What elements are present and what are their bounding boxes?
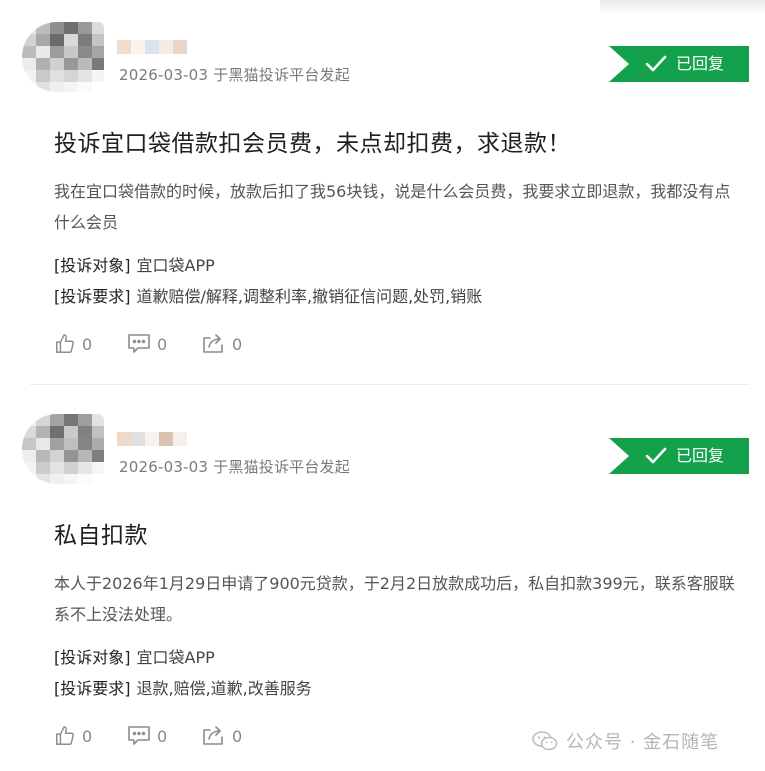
- complaint-target: [投诉对象] 宜口袋APP: [54, 644, 215, 668]
- comment-count: 0: [157, 726, 168, 746]
- complaint-body: 本人于2026年1月29日申请了900元贷款，于2月2日放款成功后，私自扣款39…: [54, 574, 735, 624]
- share-button[interactable]: 0: [202, 332, 242, 356]
- like-count: 0: [82, 726, 93, 746]
- target-value[interactable]: 宜口袋APP: [137, 256, 215, 275]
- thumbs-up-icon: [56, 726, 74, 745]
- demand-label: [投诉要求]: [54, 679, 131, 698]
- complaint-body: 我在宜口袋借款的时候，放款后扣了我56块钱，说是什么会员费，我要求立即退款，我都…: [54, 182, 731, 232]
- status-badge: 已回复: [609, 438, 749, 474]
- comment-count: 0: [157, 334, 168, 354]
- comment-button[interactable]: 0: [127, 724, 167, 748]
- username-blurred: [117, 40, 189, 54]
- check-icon: [645, 55, 667, 72]
- share-icon: [203, 726, 223, 745]
- status-label: 已回复: [676, 54, 725, 73]
- post-source: 于黑猫投诉平台发起: [213, 458, 350, 476]
- share-icon: [203, 334, 223, 353]
- like-button[interactable]: 0: [54, 724, 92, 748]
- status-label: 已回复: [676, 446, 725, 465]
- avatar[interactable]: [22, 414, 104, 484]
- post-date: 2026-03-03: [119, 66, 209, 84]
- complaint-target: [投诉对象] 宜口袋APP: [54, 252, 215, 276]
- post-date: 2026-03-03: [119, 458, 209, 476]
- demand-label: [投诉要求]: [54, 287, 131, 306]
- complaint-card[interactable]: 2026-03-03 于黑猫投诉平台发起 已回复 投诉宜口袋借款扣会员费，未点却…: [0, 0, 765, 390]
- share-count: 0: [232, 334, 243, 354]
- watermark-text: 公众号 · 金石随笔: [566, 732, 720, 753]
- target-label: [投诉对象]: [54, 648, 131, 667]
- status-badge: 已回复: [609, 46, 749, 82]
- complaint-title[interactable]: 投诉宜口袋借款扣会员费，未点却扣费，求退款！: [54, 124, 571, 158]
- share-count: 0: [232, 726, 243, 746]
- comment-icon: [128, 334, 150, 353]
- watermark: 公众号 · 金石随笔: [532, 728, 719, 754]
- wechat-icon: [532, 731, 558, 751]
- post-source: 于黑猫投诉平台发起: [213, 66, 350, 84]
- demand-value: 道歉赔偿/解释,调整利率,撤销征信问题,处罚,销账: [136, 287, 483, 306]
- complaint-demand: [投诉要求] 道歉赔偿/解释,调整利率,撤销征信问题,处罚,销账: [54, 283, 482, 307]
- like-count: 0: [82, 334, 93, 354]
- post-meta: 2026-03-03 于黑猫投诉平台发起: [119, 456, 350, 477]
- complaint-card[interactable]: 2026-03-03 于黑猫投诉平台发起 已回复 私自扣款 本人于2026年1月…: [0, 392, 765, 771]
- complaint-demand: [投诉要求] 退款,赔偿,道歉,改善服务: [54, 675, 312, 699]
- username-blurred: [117, 432, 189, 446]
- like-button[interactable]: 0: [54, 332, 92, 356]
- post-meta: 2026-03-03 于黑猫投诉平台发起: [119, 64, 350, 85]
- action-bar: 0 0 0: [54, 724, 354, 748]
- demand-value: 退款,赔偿,道歉,改善服务: [136, 679, 312, 698]
- action-bar: 0 0 0: [54, 332, 354, 356]
- target-value[interactable]: 宜口袋APP: [137, 648, 215, 667]
- target-label: [投诉对象]: [54, 256, 131, 275]
- complaint-feed: 2026-03-03 于黑猫投诉平台发起 已回复 投诉宜口袋借款扣会员费，未点却…: [0, 0, 765, 771]
- share-button[interactable]: 0: [202, 724, 242, 748]
- comment-icon: [128, 726, 150, 745]
- complaint-title[interactable]: 私自扣款: [54, 516, 148, 550]
- thumbs-up-icon: [56, 334, 74, 353]
- card-divider: [30, 384, 750, 385]
- avatar[interactable]: [22, 22, 104, 92]
- check-icon: [645, 447, 667, 464]
- comment-button[interactable]: 0: [127, 332, 167, 356]
